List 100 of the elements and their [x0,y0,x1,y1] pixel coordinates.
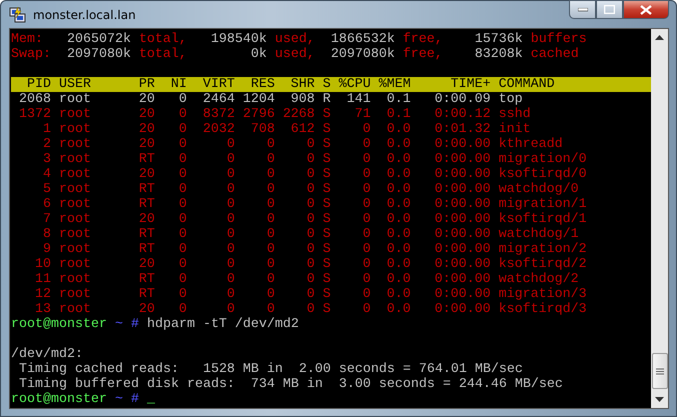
table-cell: S [322,257,331,272]
table-cell-text: 2 [42,137,51,152]
table-cell-text: 20 [138,212,155,227]
table-cell-text: 13 [34,302,51,317]
table-cell-text: root [58,107,92,122]
table-cell-text: 0 [178,107,187,122]
memory-value: 0k [250,47,267,62]
table-cell-text: 0:00.00 [434,257,491,272]
table-cell: migration/2 [498,242,587,257]
memory-value: 15736k [474,32,523,47]
table-cell: S [322,122,331,137]
table-cell-text: 20 [138,302,155,317]
table-cell-text: root [58,92,92,107]
table-cell-text: 0 [266,197,275,212]
table-cell-text: 0 [306,302,315,317]
memory-label: buffers [530,32,587,47]
minimize-button[interactable] [569,0,596,19]
table-cell-text: root [58,137,92,152]
table-cell: 1204 [242,92,275,107]
table-cell-text: 0:00.00 [434,137,491,152]
table-cell: init [498,122,531,137]
table-cell-text: 0 [266,137,275,152]
window-title: monster.local.lan [33,8,136,22]
close-button[interactable] [623,0,669,19]
table-cell-text: 8 [42,227,51,242]
table-cell: migration/3 [498,287,587,302]
table-cell-text: 2464 [202,92,235,107]
table-cell: migration/0 [498,152,587,167]
table-cell-text: RT [138,272,155,287]
table-cell-text: RT [138,152,155,167]
table-cell: sshd [498,107,531,122]
memory-label: free, [402,32,443,47]
table-cell-text: 141 [346,92,371,107]
table-cell-text: 0.0 [386,122,411,137]
table-cell-text: 4 [42,167,51,182]
table-cell: 2796 [242,107,275,122]
prompt-host: root@monster [11,317,107,332]
table-cell-text: root [58,122,92,137]
table-cell-text: 0 [226,302,235,317]
table-cell: ksoftirqd/0 [498,167,587,182]
column-header: USER [58,77,92,92]
table-cell: S [322,152,331,167]
scrollbar-thumb[interactable] [652,353,668,389]
table-cell-text: 0 [362,242,371,257]
output-text: Timing cached reads: 1528 MB in 2.00 seconds = 764.01 MB/sec [18,362,523,377]
table-cell-text: 0 [362,227,371,242]
table-cell-text: 7 [42,212,51,227]
table-cell-text: 0:00.00 [434,197,491,212]
table-cell-text: root [58,287,92,302]
memory-label: total, [138,32,187,47]
table-cell: watchdog/1 [498,227,579,242]
table-cell: migration/1 [498,197,587,212]
scroll-up-icon[interactable] [655,35,664,40]
table-cell-text: 0:00.00 [434,287,491,302]
column-header: %CPU [338,77,371,92]
table-cell-text: 2068 [18,92,51,107]
table-cell-text: 0 [178,92,187,107]
table-cell-text: 0 [362,257,371,272]
table-cell-text: 71 [354,107,371,122]
close-icon[interactable] [640,4,652,14]
table-cell-text: 6 [42,197,51,212]
table-cell-text: 0 [266,152,275,167]
table-cell-text: 0 [306,242,315,257]
table-cell-text: 0 [178,167,187,182]
table-cell-text: root [58,257,92,272]
table-cell: ksoftirqd/2 [498,257,587,272]
memory-label: total, [138,47,187,62]
table-cell-text: 20 [138,92,155,107]
prompt-path: ~ # [114,317,139,332]
table-cell-text: 20 [138,257,155,272]
table-cell-text: 12 [34,287,51,302]
table-cell-text: 0.1 [386,107,411,122]
table-cell-text: 0 [306,272,315,287]
scroll-down-icon[interactable] [655,397,664,402]
table-cell-text: 708 [250,122,275,137]
table-cell: kthreadd [498,137,563,152]
table-cell-text: 0.0 [386,272,411,287]
table-cell-text: 0:00.12 [434,107,491,122]
maximize-button[interactable] [596,0,623,19]
table-cell-text: root [58,182,92,197]
command-text: hdparm -tT /dev/md2 [146,317,299,332]
table-cell-text: 0 [266,182,275,197]
table-cell-text: 0 [362,182,371,197]
table-cell: S [322,197,331,212]
table-cell-text: 0:01.32 [434,122,491,137]
memory-value: 2097080k [330,47,395,62]
table-cell-text: 0 [178,137,187,152]
table-cell-text: 0 [306,257,315,272]
table-cell-text: 0 [362,152,371,167]
minimize-icon[interactable] [578,8,588,12]
table-cell-text: 0 [362,122,371,137]
table-cell-text: 0 [178,197,187,212]
table-cell-text: 0 [266,242,275,257]
table-cell-text: 0 [178,242,187,257]
table-cell-text: 0.0 [386,197,411,212]
table-cell-text: 0.0 [386,227,411,242]
table-cell-text: 612 [290,122,315,137]
table-cell-text: 0 [306,212,315,227]
scrollbar[interactable] [651,29,668,408]
table-cell: S [322,302,331,317]
